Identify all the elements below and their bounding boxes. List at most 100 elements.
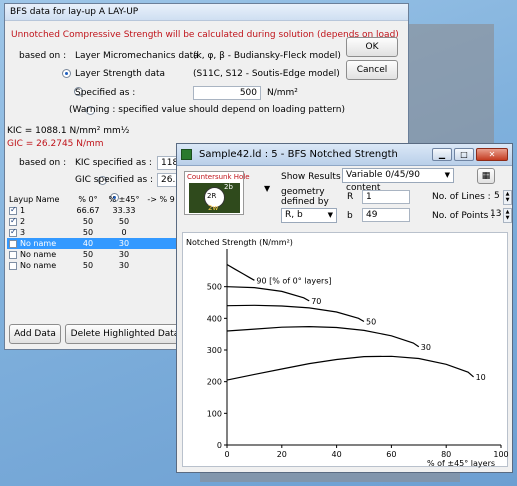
col-header-layup-name[interactable]: Layup Name: [7, 194, 71, 205]
row-checkbox[interactable]: [9, 216, 17, 226]
hole-diagram: 2R 2b 2w: [189, 183, 240, 213]
layup-name: 1: [20, 206, 26, 215]
kic-option-label[interactable]: KIC specified as :: [75, 158, 152, 168]
hole-type-thumbnail[interactable]: Countersunk Hole 2R 2b 2w: [184, 171, 250, 215]
col-header-pct-45[interactable]: % ±45°: [105, 194, 143, 205]
chevron-down-icon: ▼: [444, 171, 450, 179]
pct-0-cell: 50: [82, 217, 94, 226]
points-label: No. of Points :: [432, 211, 495, 221]
x-tick-label: 20: [277, 450, 287, 459]
micromechanics-option-label[interactable]: Layer Micromechanics data: [75, 51, 199, 61]
lines-input[interactable]: 5: [491, 190, 503, 204]
layup-name-cell[interactable]: No name: [7, 260, 71, 271]
gic-option-label[interactable]: GIC specified as :: [75, 175, 153, 185]
geometry-select[interactable]: R, b ▼: [281, 208, 337, 223]
x-tick-label: 60: [386, 450, 396, 459]
x-axis-label: % of ±45° layers: [427, 459, 495, 468]
pct-45-cell: 50: [118, 217, 130, 226]
minimize-icon: ▁: [438, 150, 446, 159]
layup-name: No name: [20, 250, 57, 259]
layup-name-cell[interactable]: No name: [7, 249, 71, 260]
close-button[interactable]: ✕: [476, 148, 508, 161]
based-on-label-2: based on :: [19, 158, 67, 168]
series-label-4: 10: [476, 373, 486, 382]
y-tick-label: 200: [207, 378, 222, 387]
hole-dim-2w: 2w: [208, 204, 219, 212]
hole-dim-2r: 2R: [207, 192, 217, 200]
layup-name: No name: [20, 261, 57, 270]
specified-option-label[interactable]: Specified as :: [75, 88, 135, 98]
col-header-pct-90[interactable]: -> % 9: [143, 194, 179, 205]
layup-name: 3: [20, 228, 26, 237]
b-label: b: [347, 211, 353, 221]
maximize-button[interactable]: □: [454, 148, 474, 161]
notched-window-titlebar[interactable]: Sample42.ld : 5 - BFS Notched Strength ▁…: [177, 144, 512, 166]
minimize-button[interactable]: ▁: [432, 148, 452, 161]
series-line-0: [226, 263, 255, 281]
lines-label: No. of Lines :: [432, 192, 491, 202]
layup-name-cell[interactable]: 3: [7, 227, 71, 238]
based-on-label: based on :: [19, 51, 67, 61]
y-tick-label: 300: [207, 346, 222, 355]
gic-value-line: GIC = 26.2745 N/mm: [7, 139, 104, 149]
micromechanics-radio[interactable]: [62, 69, 71, 78]
pct-0-cell: 50: [82, 261, 94, 270]
table-row[interactable]: 3 50 0: [7, 227, 179, 238]
geometry-value: R, b: [285, 210, 303, 220]
table-header-row: Layup Name % 0° % ±45° -> % 9: [7, 194, 179, 205]
chevron-down-icon: ▼: [327, 211, 333, 219]
layup-name-cell[interactable]: 2: [7, 216, 71, 227]
grid-toggle-button[interactable]: ▦: [477, 168, 495, 184]
table-row[interactable]: No name 50 30: [7, 260, 179, 271]
pct-45-cell: 30: [118, 250, 130, 259]
series-line-3: [226, 325, 420, 348]
layer-strength-note: (S11C, S12 - Soutis-Edge model): [193, 69, 340, 79]
pct-90-cell: [143, 205, 179, 216]
points-input[interactable]: 13: [487, 208, 503, 222]
pct-45-cell: 30: [105, 238, 143, 249]
row-checkbox[interactable]: [9, 205, 17, 215]
row-checkbox[interactable]: [9, 239, 17, 248]
table-row[interactable]: No name 50 30: [7, 249, 179, 260]
add-data-button[interactable]: Add Data: [9, 324, 61, 344]
table-row[interactable]: 1 66.67 33.33: [7, 205, 179, 216]
row-checkbox[interactable]: [9, 261, 17, 270]
compressive-strength-warning: Unnotched Compressive Strength will be c…: [11, 30, 399, 40]
series-label-2: 50: [366, 318, 376, 327]
r-label: R: [347, 192, 354, 202]
dialog-title: BFS data for lay-up A LAY-UP: [5, 4, 408, 21]
specified-value-input[interactable]: 500: [193, 86, 261, 100]
series-label-1: 70: [311, 297, 321, 306]
pct-90-cell: [143, 249, 179, 260]
app-icon: [181, 149, 192, 160]
notched-window-title: Sample42.ld : 5 - BFS Notched Strength: [199, 149, 398, 160]
y-tick-label: 100: [207, 409, 222, 418]
delete-highlighted-button[interactable]: Delete Highlighted Data (cannot: [65, 324, 185, 344]
table-row[interactable]: No name 40 30: [7, 238, 179, 249]
series-line-1: [226, 286, 310, 302]
notched-strength-plot: Notched Strength (N/mm²) 0 100 200 300 400 500…: [182, 232, 509, 468]
lines-spinner[interactable]: ▲ ▼: [503, 190, 512, 205]
show-results-select[interactable]: Variable 0/45/90 content ▼: [342, 168, 454, 193]
row-checkbox[interactable]: [9, 227, 17, 237]
b-input[interactable]: 49: [362, 208, 410, 222]
ok-button[interactable]: OK: [346, 37, 398, 57]
cancel-button[interactable]: Cancel: [346, 60, 398, 80]
points-spinner[interactable]: ▲ ▼: [503, 208, 512, 223]
micromechanics-note: (k, φ, β - Budiansky-Fleck model): [193, 51, 341, 61]
r-input[interactable]: 1: [362, 190, 410, 204]
y-tick-label: 500: [207, 283, 222, 292]
y-tick-label: 400: [207, 314, 222, 323]
notched-strength-window: Sample42.ld : 5 - BFS Notched Strength ▁…: [176, 143, 513, 473]
pct-45-cell: 33.33: [112, 206, 136, 215]
layup-table: Layup Name % 0° % ±45° -> % 9 1 66.67 33.3…: [7, 194, 179, 271]
row-checkbox[interactable]: [9, 250, 17, 259]
hole-type-dropdown-arrow[interactable]: ▼: [264, 184, 270, 193]
layer-strength-option-label[interactable]: Layer Strength data: [75, 69, 165, 79]
col-header-pct-0[interactable]: % 0°: [71, 194, 105, 205]
layup-name-cell[interactable]: 1: [7, 205, 71, 216]
table-row[interactable]: 2 50 50: [7, 216, 179, 227]
layup-name-cell[interactable]: No name: [7, 238, 71, 249]
x-tick-label: 40: [332, 450, 342, 459]
layup-name: 2: [20, 217, 26, 226]
